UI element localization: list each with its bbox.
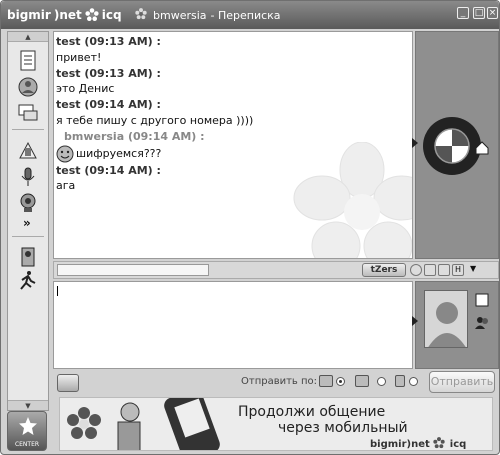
sms-send-icon [355,375,369,387]
banner-line-2: через мобильный [278,420,408,436]
send-via-icq-radio[interactable] [336,377,345,386]
star-icon [19,417,37,435]
send-via-sms-radio[interactable] [377,377,386,386]
chat-window: bigmir)net icq bmwersia - Переписка _ □ … [0,0,500,455]
format-toolbar: tZers H ▼ [53,261,499,279]
banner-logo-text: bigmir)net [370,438,430,450]
status-flower-icon [135,8,149,22]
tzers-button[interactable]: tZers [362,263,406,277]
bmw-logo-avatar [423,117,481,175]
message-header: test (09:14 AM) : [56,98,161,112]
window-title: bmwersia - Переписка [135,8,281,22]
brand-name: bigmir [7,8,51,22]
minimize-button[interactable]: _ [457,7,469,19]
runner-icon[interactable] [16,270,40,292]
tools-icon[interactable] [438,264,450,276]
center-label: CENTER [14,441,40,448]
games-icon[interactable] [16,246,40,268]
sms-toggle-button[interactable] [57,374,79,392]
send-bar: Отправить по: Отправить [53,371,499,395]
icq-send-icon [319,375,333,387]
more-tools-icon[interactable]: » [23,216,31,230]
send-by-label: Отправить по: [241,376,318,387]
webcam-icon[interactable] [16,192,40,214]
icq-label: icq [101,8,122,22]
send-via-mobile-radio[interactable] [409,377,418,386]
chat-history: test (09:13 AM) : привет! test (09:13 AM) … [53,31,413,259]
message-header: bmwersia (09:14 AM) : [64,129,205,143]
mobile-send-icon [395,375,405,387]
own-photo-panel [412,281,499,369]
smiley-emoticon-icon [56,145,74,163]
message-text-body: шифруемся??? [76,146,162,160]
message-input[interactable] [53,281,413,369]
banner-icq-text: icq [449,438,467,450]
status-input[interactable] [57,264,209,276]
message-text: шифруемся??? [56,145,408,163]
message-text: это Денис [56,82,115,96]
message-text: я тебе пишу с другого номера )))) [56,113,254,127]
brand-logo: bigmir)net icq [7,7,122,23]
history-icon[interactable] [16,50,40,72]
message-text: привет! [56,50,102,64]
message-header: test (09:14 AM) : [56,163,161,177]
scroll-down-arrow[interactable]: ▼ [8,400,48,410]
banner-logo: bigmir)net icq [370,437,467,450]
messages-icon[interactable] [16,102,40,124]
scroll-up-arrow[interactable]: ▲ [8,32,48,42]
users-icon[interactable] [474,314,490,330]
home-icon[interactable] [474,140,490,156]
dropdown-arrow-icon[interactable]: ▼ [470,264,476,273]
center-button[interactable]: CENTER [7,411,47,451]
contact-name: bmwersia [153,8,207,22]
avatar [424,290,468,348]
sidebar-divider [12,236,44,237]
maximize-button[interactable]: □ [473,7,485,19]
brand-net: )net [53,8,82,22]
microphone-icon[interactable] [16,166,40,188]
ad-banner[interactable]: Продолжи общение через мобильный bigmir)… [59,397,493,451]
text-caret [57,286,58,296]
send-button[interactable]: Отправить [429,371,495,393]
close-button[interactable]: × [487,7,498,19]
user-info-icon[interactable] [16,76,40,98]
title-suffix: - Переписка [210,8,281,22]
contact-card-icon[interactable] [474,292,490,308]
smiley-icon[interactable] [410,264,422,276]
title-bar: bigmir)net icq bmwersia - Переписка _ □ … [1,1,499,29]
banner-line-1: Продолжи общение [238,404,386,420]
message-header: test (09:13 AM) : [56,66,161,80]
message-header: test (09:13 AM) : [56,35,161,48]
sidebar-divider [12,129,44,130]
collapse-arrow-icon[interactable] [412,316,418,326]
flag-icon[interactable] [424,264,436,276]
banner-flower-icon [67,407,101,439]
banner-icq-flower-icon [433,437,447,450]
message-text: ага [56,179,76,193]
phone-illustration [117,398,220,450]
icq-flower-icon [85,8,99,22]
send-file-icon[interactable] [16,140,40,162]
contact-photo-panel [412,31,499,259]
message-list: test (09:13 AM) : привет! test (09:13 AM) … [56,34,408,194]
font-icon[interactable]: H [452,264,464,276]
collapse-arrow-icon[interactable] [412,138,418,148]
tools-sidebar: ▲ » ▼ [7,31,49,411]
